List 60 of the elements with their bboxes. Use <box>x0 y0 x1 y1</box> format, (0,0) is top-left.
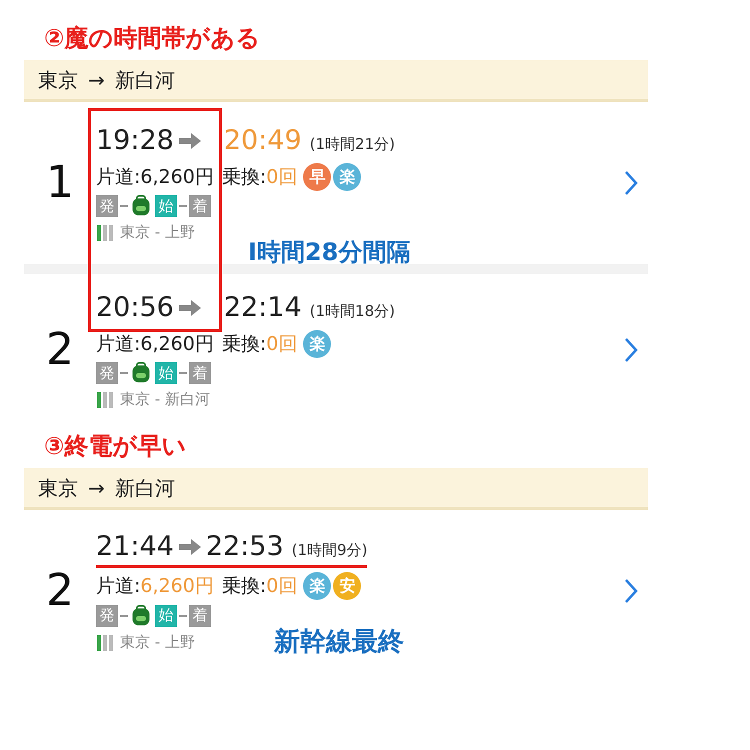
stop-badge: 始 <box>155 362 177 384</box>
chevron-icon[interactable] <box>624 578 638 604</box>
transfer-label: 乗換: <box>222 574 266 599</box>
fare-text: 6,260円 <box>140 574 214 599</box>
departure-time: 21:44 <box>96 530 174 564</box>
arrival-time: 20:49 <box>224 124 302 158</box>
feature-badge: 安 <box>333 572 362 600</box>
segment-text: 東京 - 上野 <box>120 632 195 652</box>
destination-station: 新白河 <box>114 66 175 94</box>
segment-text: 東京 - 新白河 <box>120 389 210 410</box>
route-number: 1 <box>45 156 75 210</box>
transfer-count: 0回 <box>266 332 298 356</box>
transfer-count: 0回 <box>266 164 298 190</box>
duration-text: (1時間21分) <box>310 134 395 154</box>
stop-badge: 着 <box>189 195 211 217</box>
arrow-text: → <box>88 474 105 502</box>
backpack-icon <box>130 362 152 384</box>
departure-time: 20:56 <box>96 290 174 324</box>
arrival-time: 22:14 <box>224 290 302 324</box>
feature-badge: 早 <box>303 162 332 191</box>
fare-text: 6,260円 <box>140 332 214 356</box>
segment-text: 東京 - 上野 <box>120 222 195 243</box>
fare-label: 片道: <box>96 332 140 356</box>
chevron-icon[interactable] <box>624 170 638 196</box>
fare-text: 6,260円 <box>140 164 214 190</box>
feature-badge: 楽 <box>333 162 362 191</box>
arrow-text: → <box>88 66 105 94</box>
stop-badge: 発 <box>96 195 118 217</box>
fare-label: 片道: <box>96 574 140 599</box>
feature-badge: 楽 <box>303 330 332 358</box>
annotation-title: ③終電が早い <box>43 431 188 462</box>
stop-badge: 発 <box>96 604 118 626</box>
line-icon <box>96 223 114 242</box>
feature-badge: 楽 <box>303 572 332 600</box>
transfer-label: 乗換: <box>222 164 266 190</box>
duration-text: (1時間18分) <box>310 300 395 322</box>
line-icon <box>96 390 114 408</box>
departure-time: 19:28 <box>96 124 174 158</box>
fare-label: 片道: <box>96 164 140 190</box>
annotation-note: I時間28分間隔 <box>248 237 410 267</box>
route-number: 2 <box>45 564 75 618</box>
chevron-icon[interactable] <box>624 337 638 363</box>
transfer-label: 乗換: <box>222 332 266 356</box>
line-icon <box>96 632 114 651</box>
annotation-title: ②魔の時間帯がある <box>43 23 262 54</box>
transfer-count: 0回 <box>266 574 298 599</box>
origin-station: 東京 <box>38 66 78 94</box>
backpack-icon <box>130 604 152 626</box>
origin-station: 東京 <box>38 474 78 502</box>
duration-text: (1時間9分) <box>292 540 368 561</box>
destination-station: 新白河 <box>114 474 175 502</box>
backpack-icon <box>130 195 152 217</box>
stop-badge: 着 <box>189 362 211 384</box>
stop-badge: 始 <box>155 604 177 626</box>
stop-badge: 着 <box>189 604 211 626</box>
annotation-note: 新幹線最終 <box>274 626 404 659</box>
stop-badge: 始 <box>155 195 177 217</box>
route-number: 2 <box>45 323 75 377</box>
stop-badge: 発 <box>96 362 118 384</box>
arrival-time: 22:53 <box>206 530 284 564</box>
